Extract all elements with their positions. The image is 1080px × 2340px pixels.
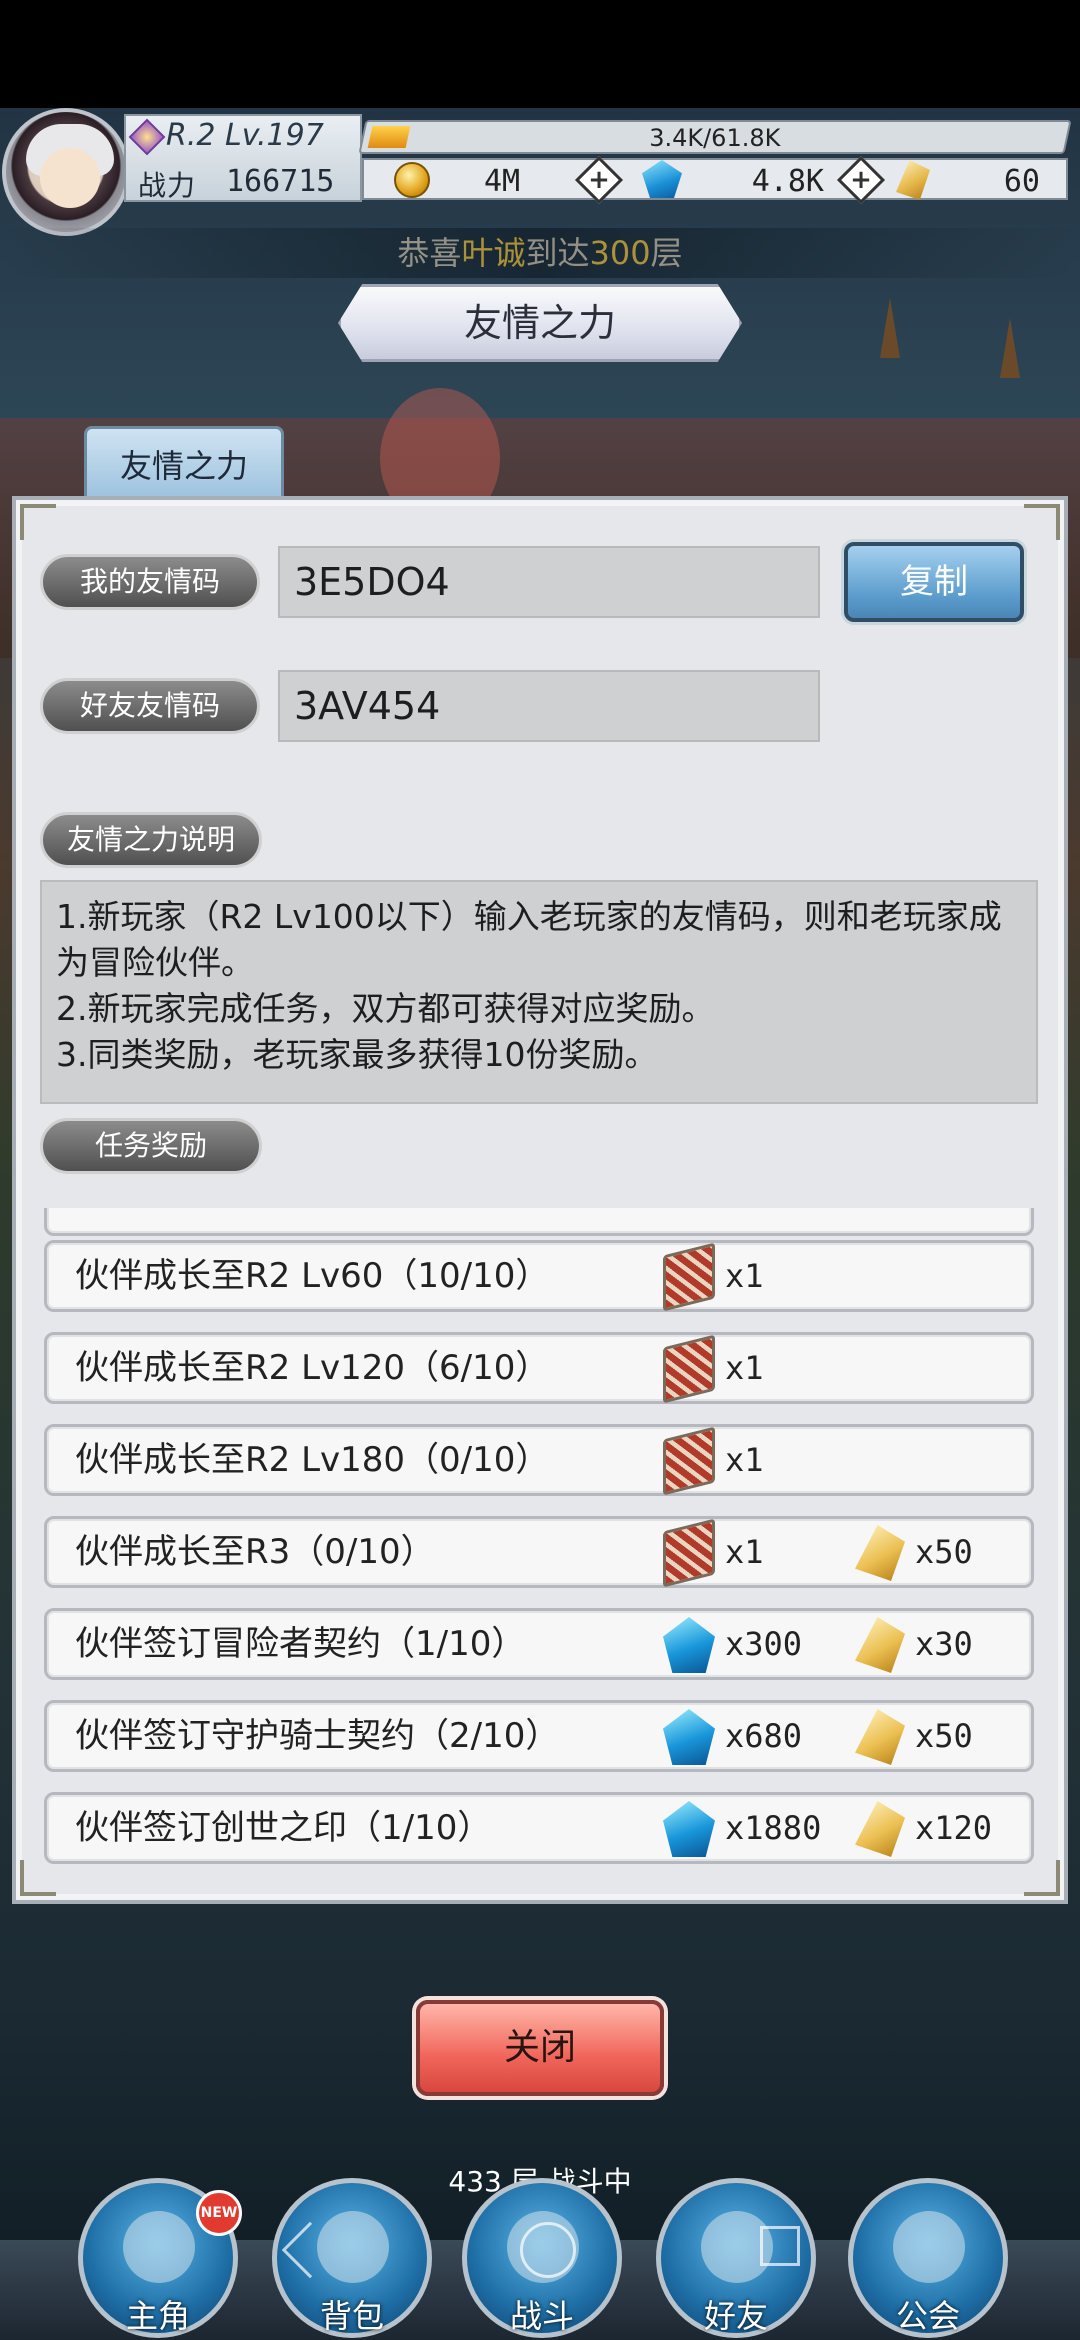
nav-label: 好友 [703,2297,768,2335]
guild-icon [893,2211,965,2283]
book-icon [663,1426,715,1496]
reward-qty: x1 [725,1533,764,1571]
reward-qty: x120 [915,1809,993,1847]
crystal-icon [855,1709,905,1765]
resource-bar: 4M + 4.8K + 60 [362,155,1068,205]
reward-qty: x1 [725,1257,764,1295]
task-reward-list[interactable]: 伙伴成长至R2 Lv60（10/10） x1 伙伴成长至R2 Lv120（6/1… [40,1208,1038,1868]
tab-label: 友情之力 [119,447,248,485]
task-name: 伙伴成长至R2 Lv60（10/10） [75,1256,550,1296]
crystal-icon [896,160,930,200]
task-row: 伙伴成长至R3（0/10） x1 x50 [44,1516,1034,1588]
system-home-icon[interactable] [520,2222,576,2278]
copy-button-label: 复制 [900,562,968,602]
exp-bar: 3.4K/61.8K [358,120,1072,154]
friend-code-label: 好友友情码 [40,678,260,734]
power-label: 战力 [138,169,197,202]
task-row: 伙伴签订守护骑士契约（2/10） x680 x50 [44,1700,1034,1772]
description-label: 友情之力说明 [40,812,262,868]
copy-button[interactable]: 复制 [844,542,1024,622]
my-code-field: 3E5DO4 [278,546,820,618]
notice-prefix: 恭喜 [397,234,462,272]
coin-icon [394,162,430,198]
close-button-label: 关闭 [503,2027,576,2068]
my-code-label: 我的友情码 [40,554,260,610]
description-line: 3.同类奖励，老玩家最多获得10份奖励。 [56,1035,658,1074]
player-hud: R.2 Lv.197 战力 166715 3.4K/61.8K 4M + 4.8… [0,108,1080,236]
hero-icon [123,2211,195,2283]
rank-gem-icon [128,118,166,156]
notice-floor: 300 [589,234,651,272]
nav-item-guild[interactable]: 公会 [848,2178,1008,2338]
exp-text: 3.4K/61.8K [649,124,781,152]
dialog-title-banner: 友情之力 [338,284,742,362]
player-rank: R.2 Lv.197 [166,118,324,153]
crystal-value: 60 [1003,164,1040,199]
description-line: 1.新玩家（R2 Lv100以下）输入老玩家的友情码，则和老玩家成为冒险伙伴。 [56,897,1002,982]
task-name: 伙伴签订守护骑士契约（2/10） [75,1716,560,1756]
reward-qty: x300 [725,1625,803,1663]
notice-suffix: 层 [650,234,683,272]
gem-icon [642,160,682,198]
task-name: 伙伴签订创世之印（1/10） [75,1808,492,1848]
task-row: 伙伴成长至R2 Lv60（10/10） x1 [44,1240,1034,1312]
plus-icon: + [850,165,872,195]
dialog-title: 友情之力 [463,301,616,345]
announcement-ticker: 恭喜叶诚到达300层 [0,228,1080,278]
nav-label: 战斗 [509,2297,574,2335]
list-item [44,1208,1034,1236]
reward-qty: x1880 [725,1809,822,1847]
power-value: 166715 [226,164,335,199]
task-name: 伙伴成长至R2 Lv120（6/10） [75,1348,550,1388]
task-name: 伙伴签订冒险者契约（1/10） [75,1624,526,1664]
avatar[interactable] [2,108,130,236]
nav-label: 公会 [895,2297,960,2335]
reward-qty: x1 [725,1441,764,1479]
close-button[interactable]: 关闭 [416,2000,664,2096]
book-icon [663,1334,715,1404]
book-icon [663,1242,715,1312]
player-info-box: R.2 Lv.197 战力 166715 [124,114,362,202]
crystal-icon [855,1801,905,1857]
gem-value: 4.8K [751,164,824,199]
nav-label: 主角 [125,2297,190,2335]
friend-code-input[interactable]: 3AV454 [278,670,820,742]
description-text: 1.新玩家（R2 Lv100以下）输入老玩家的友情码，则和老玩家成为冒险伙伴。 … [40,880,1038,1104]
task-row: 伙伴签订冒险者契约（1/10） x300 x30 [44,1608,1034,1680]
corner-ornament [1024,504,1060,540]
reward-qty: x1 [725,1349,764,1387]
book-icon [663,1518,715,1588]
gem-icon [663,1801,715,1857]
gem-icon [663,1709,715,1765]
task-name: 伙伴成长至R2 Lv180（0/10） [75,1440,550,1480]
tab-friendship-power[interactable]: 友情之力 [84,426,284,498]
add-gem-button[interactable]: + [836,155,886,205]
spire-decoration [880,298,900,358]
reward-qty: x680 [725,1717,803,1755]
corner-ornament [20,504,56,540]
gem-icon [663,1617,715,1673]
crystal-icon [855,1617,905,1673]
add-coin-button[interactable]: + [574,155,624,205]
notice-middle: 到达 [525,234,590,272]
nav-label: 背包 [319,2297,384,2335]
description-line: 2.新玩家完成任务，双方都可获得对应奖励。 [56,989,715,1028]
coin-value: 4M [484,164,521,199]
notice-player-name: 叶诚 [461,234,526,272]
reward-qty: x30 [915,1625,973,1663]
task-rewards-label: 任务奖励 [40,1118,262,1174]
task-row: 伙伴成长至R2 Lv120（6/10） x1 [44,1332,1034,1404]
reward-qty: x50 [915,1533,973,1571]
reward-qty: x50 [915,1717,973,1755]
task-row: 伙伴成长至R2 Lv180（0/10） x1 [44,1424,1034,1496]
spire-decoration [1000,318,1020,378]
task-row: 伙伴签订创世之印（1/10） x1880 x120 [44,1792,1034,1864]
crystal-icon [855,1525,905,1581]
avatar-face [40,148,100,208]
task-name: 伙伴成长至R3（0/10） [75,1532,435,1572]
system-recent-icon[interactable] [760,2226,800,2266]
status-bar-area [0,0,1080,108]
new-badge: NEW [196,2190,242,2236]
plus-icon: + [588,165,610,195]
